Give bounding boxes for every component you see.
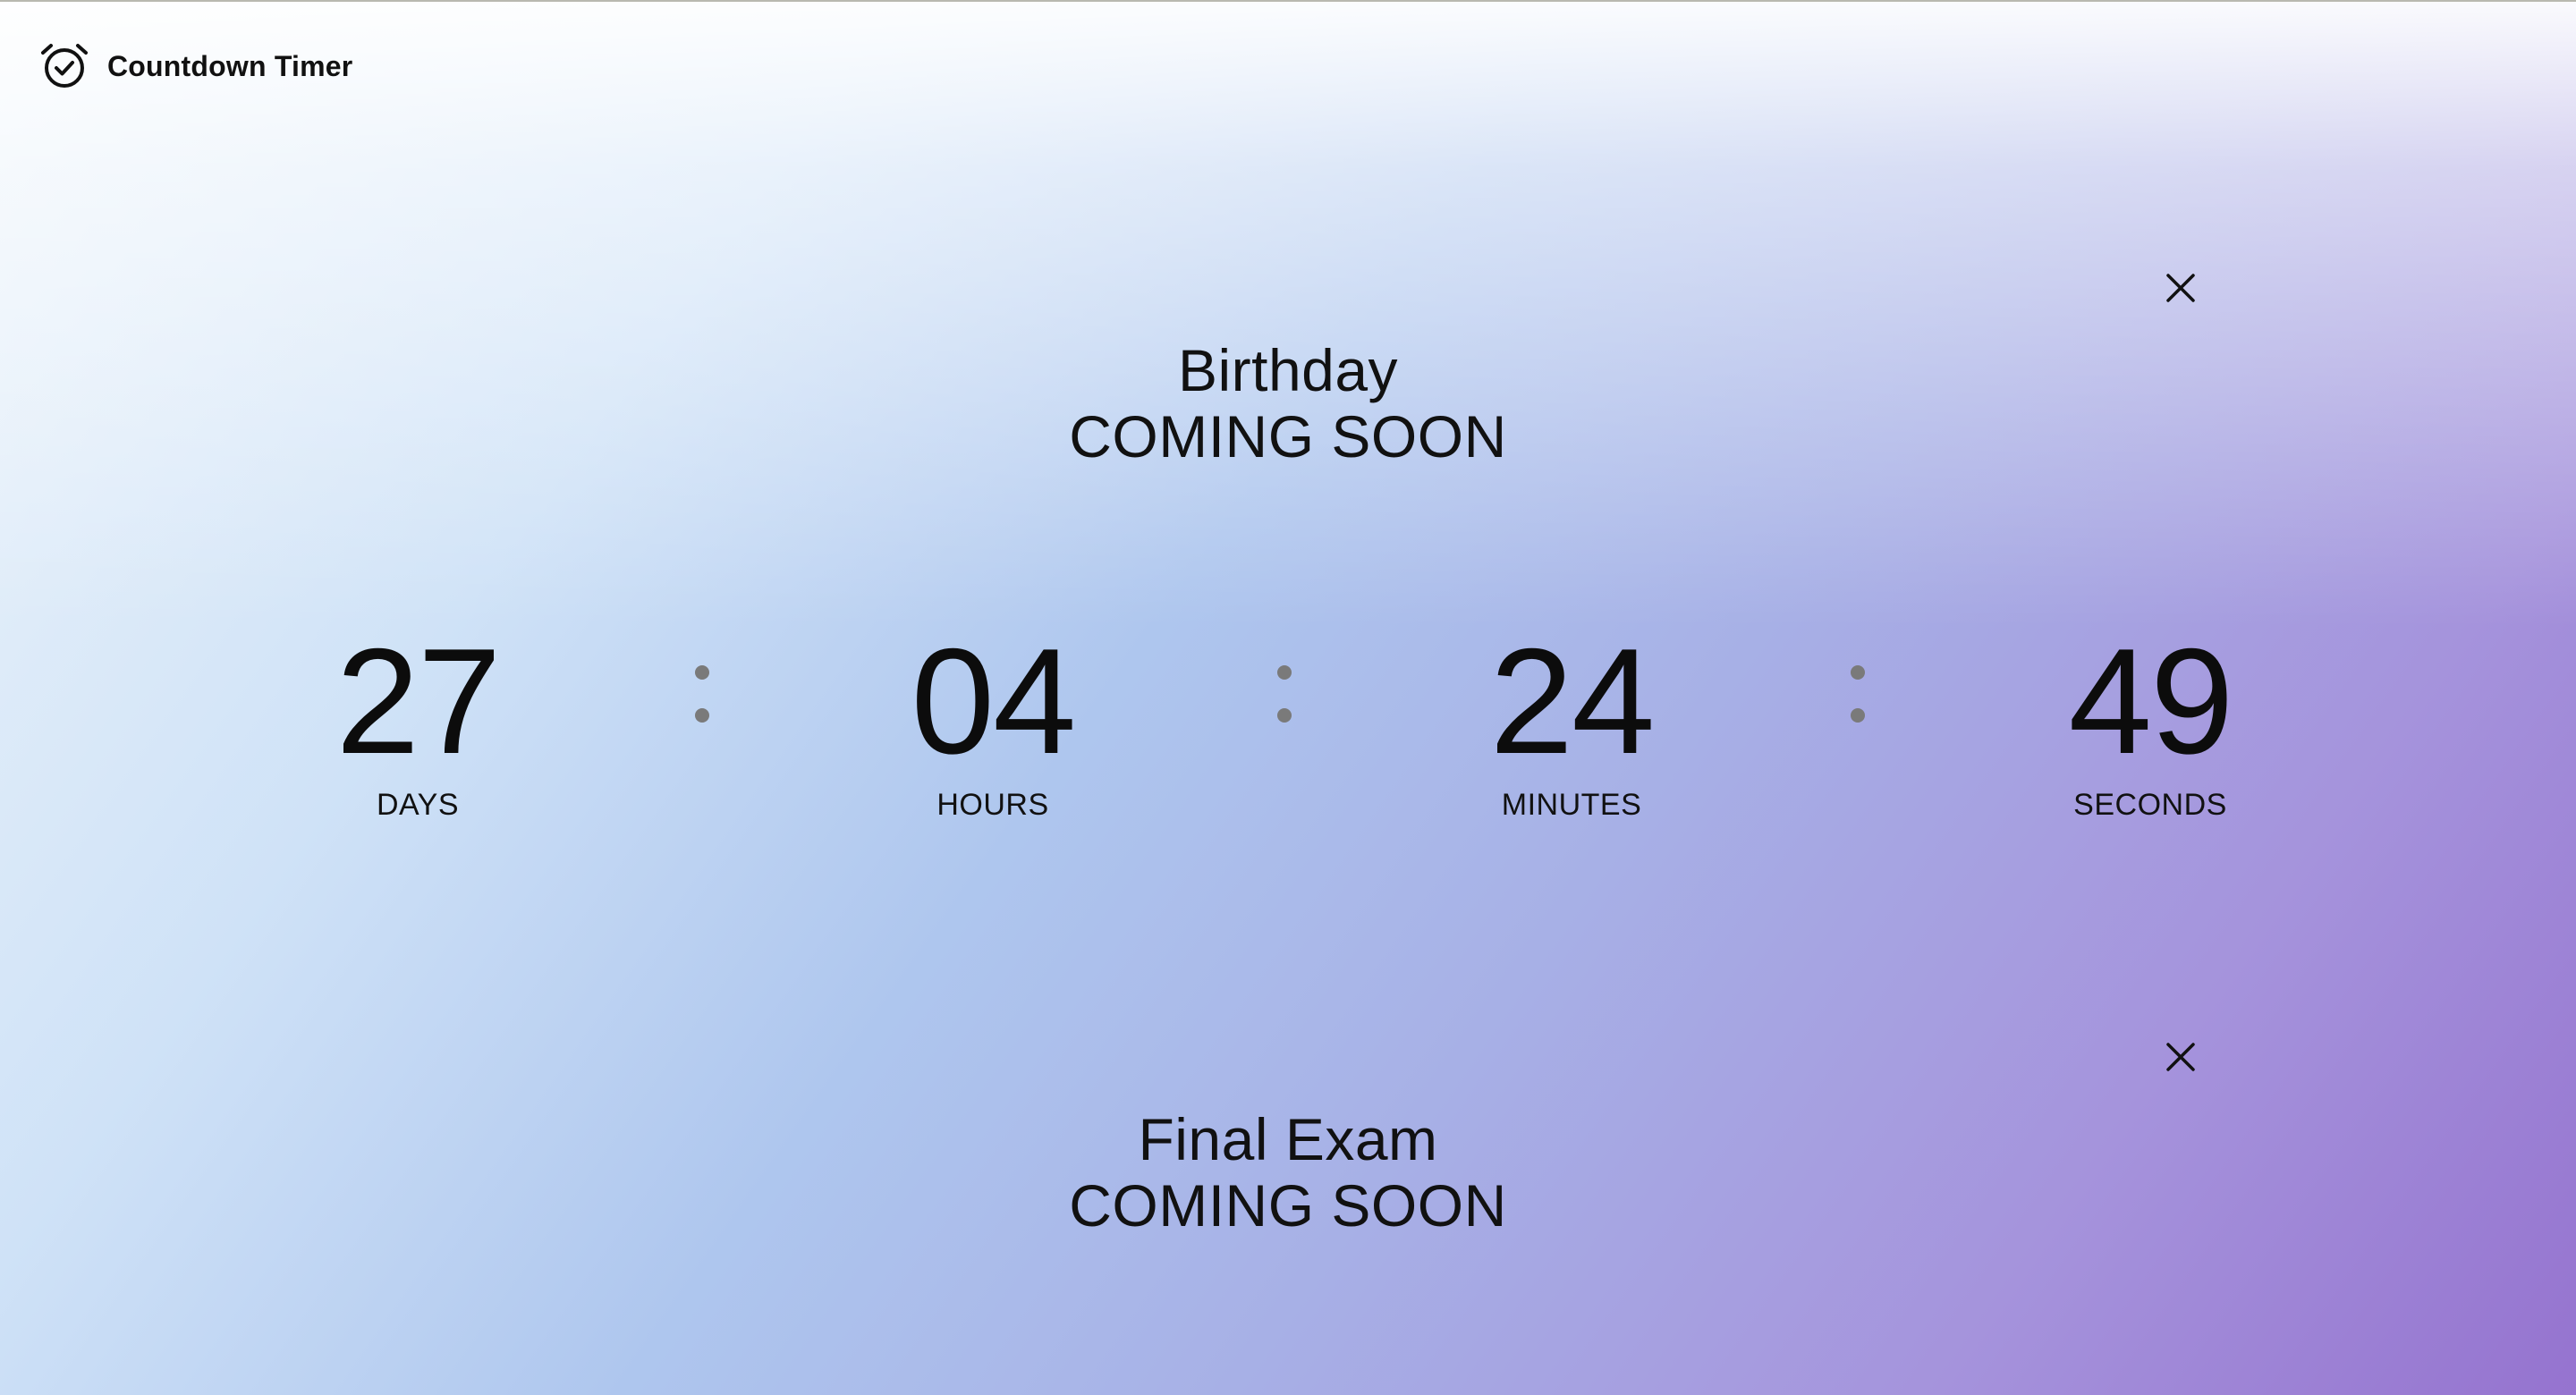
days-value: 27 — [335, 617, 502, 785]
timer-separator — [695, 665, 709, 737]
minutes-value: 24 — [1489, 617, 1656, 785]
app-brand: Countdown Timer — [39, 41, 352, 91]
timer-minutes: 24 MINUTES — [1411, 626, 1733, 823]
hours-label: HOURS — [936, 788, 1049, 822]
event-status: COMING SOON — [1069, 1172, 1507, 1239]
timer-days: 27 DAYS — [257, 626, 579, 823]
minutes-label: MINUTES — [1501, 788, 1642, 822]
hours-value: 04 — [911, 617, 1077, 785]
timer-seconds: 49 SECONDS — [1989, 626, 2311, 823]
event-title: Final Exam — [1138, 1106, 1438, 1172]
timer-separator — [1851, 665, 1865, 737]
timer-separator — [1277, 665, 1292, 737]
alarm-clock-check-icon — [39, 41, 89, 91]
event-title: Birthday — [1177, 337, 1399, 403]
event-status: COMING SOON — [1069, 403, 1507, 469]
timer-hours: 04 HOURS — [832, 626, 1154, 823]
seconds-value: 49 — [2068, 617, 2234, 785]
close-icon[interactable] — [2161, 1037, 2200, 1077]
close-icon[interactable] — [2161, 268, 2200, 308]
days-label: DAYS — [376, 788, 460, 822]
countdown-timer: 27 DAYS 04 HOURS 24 MINUTES 49 SECONDS — [0, 626, 2576, 823]
app-title: Countdown Timer — [107, 49, 353, 82]
window-top-border — [0, 0, 2576, 2]
seconds-label: SECONDS — [2073, 788, 2227, 822]
